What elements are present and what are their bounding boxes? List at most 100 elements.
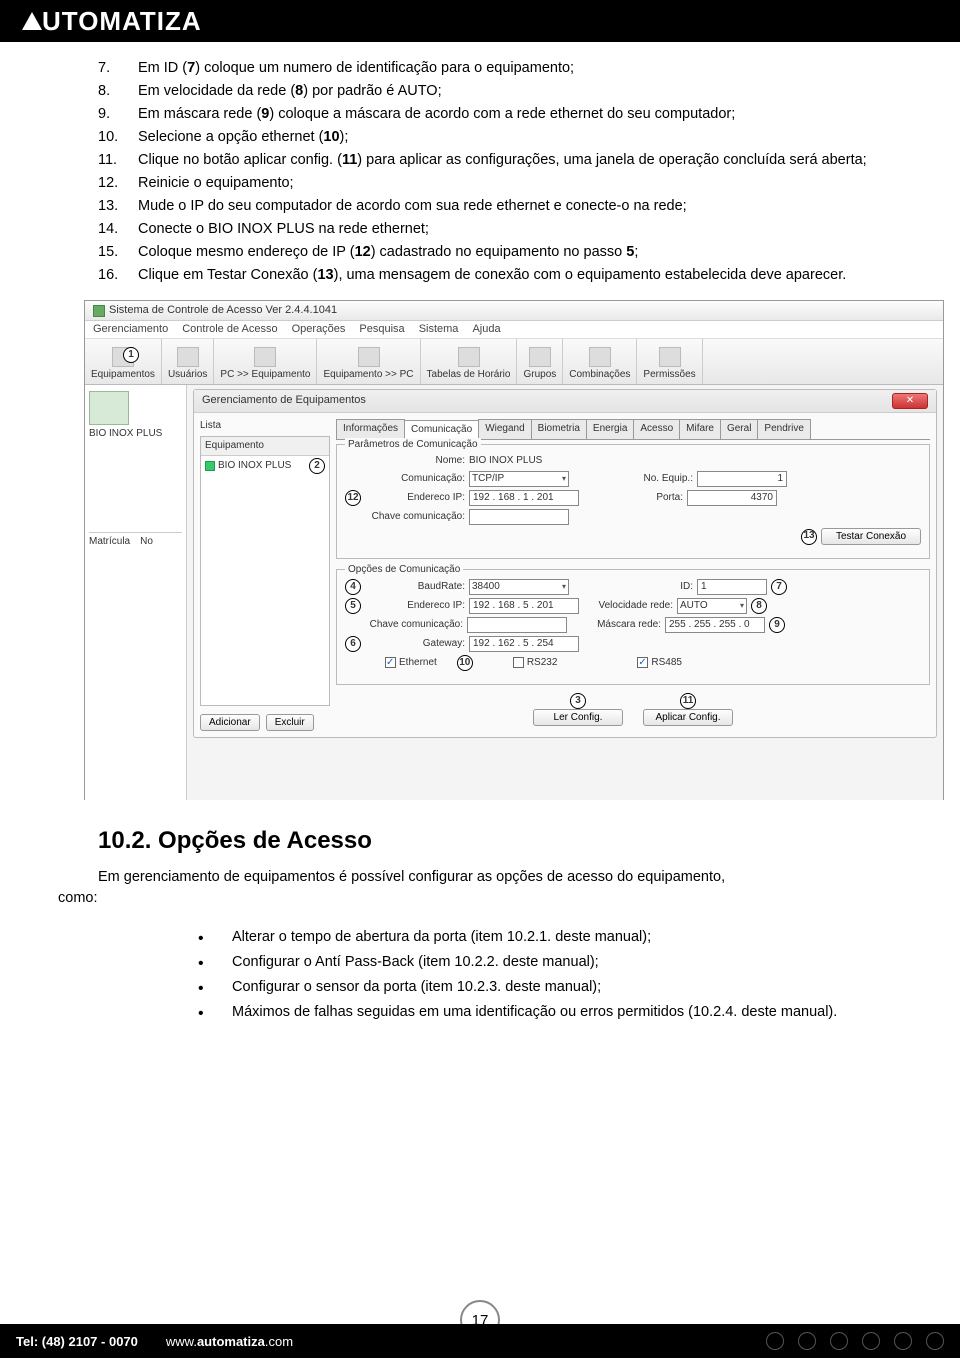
instruction-list: 7.Em ID (7) coloque um numero de identif… (58, 58, 902, 286)
toolbar: Equipamentos Usuários PC >> EquipamentoEqu… (85, 339, 943, 385)
rs485-checkbox[interactable]: RS485 (637, 656, 682, 671)
tab[interactable]: Mifare (679, 419, 721, 439)
toolbar-item[interactable]: Tabelas de Horário (421, 339, 518, 384)
velocidade-select[interactable]: AUTO (677, 598, 747, 614)
tab[interactable]: Informações (336, 419, 405, 439)
menu-item[interactable]: Gerenciamento (93, 323, 168, 335)
instruction-item: 11.Clique no botão aplicar config. (11) … (98, 150, 902, 171)
window-titlebar: Sistema de Controle de Acesso Ver 2.4.4.… (85, 301, 943, 321)
callout-3: 3 (570, 693, 586, 709)
noequip-label: No. Equip.: (593, 472, 693, 487)
toolbar-icon (177, 347, 199, 367)
toolbar-item[interactable]: Equipamentos (85, 339, 162, 384)
comm-options-fieldset: Opções de Comunicação 4 BaudRate: 38400 … (336, 569, 930, 685)
matricula-header: Matrícula No (89, 532, 182, 550)
toolbar-item[interactable]: Usuários (162, 339, 214, 384)
page-content: 7.Em ID (7) coloque um numero de identif… (0, 42, 960, 1023)
device-label: BIO INOX PLUS (89, 427, 182, 442)
apply-config-button[interactable]: Aplicar Config. (643, 709, 733, 726)
endereco-field[interactable]: 192 . 168 . 1 . 201 (469, 490, 579, 506)
ethernet-checkbox[interactable]: Ethernet (385, 656, 437, 671)
toolbar-item[interactable]: PC >> Equipamento (214, 339, 317, 384)
callout-11: 11 (680, 693, 696, 709)
id-field[interactable]: 1 (697, 579, 767, 595)
toolbar-icon (254, 347, 276, 367)
mascara-field[interactable]: 255 . 255 . 255 . 0 (665, 617, 765, 633)
menu-item[interactable]: Pesquisa (359, 323, 404, 335)
instruction-item: 12.Reinicie o equipamento; (98, 173, 902, 194)
footer-url: www.automatiza.com (166, 1334, 293, 1349)
callout-12: 12 (345, 490, 361, 506)
comunicacao-label: Comunicação: (345, 472, 465, 487)
callout-10: 10 (457, 655, 473, 671)
tab[interactable]: Wiegand (478, 419, 531, 439)
menu-item[interactable]: Operações (292, 323, 346, 335)
tab[interactable]: Energia (586, 419, 634, 439)
toolbar-item[interactable]: Equipamento >> PC (317, 339, 420, 384)
chave-field[interactable] (469, 509, 569, 525)
tab[interactable]: Acesso (633, 419, 680, 439)
comunicacao-select[interactable]: TCP/IP (469, 471, 569, 487)
add-button[interactable]: Adicionar (200, 714, 260, 731)
gateway-label: Gateway: (365, 637, 465, 652)
close-button[interactable]: ✕ (892, 393, 928, 409)
mascara-label: Máscara rede: (571, 618, 661, 633)
toolbar-icon (589, 347, 611, 367)
callout-8: 8 (751, 598, 767, 614)
velocidade-label: Velocidade rede: (583, 599, 673, 614)
fieldset-legend: Parâmetros de Comunicação (345, 438, 481, 453)
read-config-button[interactable]: Ler Config. (533, 709, 623, 726)
delete-button[interactable]: Excluir (266, 714, 314, 731)
equipment-list[interactable]: Equipamento BIO INOX PLUS 2 (200, 436, 330, 706)
toolbar-item[interactable]: Combinações (563, 339, 637, 384)
menu-item[interactable]: Ajuda (472, 323, 500, 335)
instruction-item: 9.Em máscara rede (9) coloque a máscara … (98, 104, 902, 125)
toolbar-icon (659, 347, 681, 367)
id-label: ID: (593, 580, 693, 595)
item-icon (205, 461, 215, 471)
instruction-item: 16.Clique em Testar Conexão (13), uma me… (98, 265, 902, 286)
toolbar-label: Permissões (643, 368, 695, 383)
instruction-item: 8.Em velocidade da rede (8) por padrão é… (98, 81, 902, 102)
callout-2: 2 (309, 458, 325, 474)
section-paragraph-2: como: (58, 888, 902, 909)
bullet-item: Configurar o sensor da porta (item 10.2.… (198, 977, 902, 998)
toolbar-label: Tabelas de Horário (427, 368, 511, 383)
toolbar-label: Usuários (168, 368, 207, 383)
para-line1: Em gerenciamento de equipamentos é possí… (98, 869, 725, 885)
callout-5: 5 (345, 598, 361, 614)
baud-label: BaudRate: (365, 580, 465, 595)
toolbar-item[interactable]: Grupos (517, 339, 563, 384)
menu-item[interactable]: Controle de Acesso (182, 323, 277, 335)
bullet-list: Alterar o tempo de abertura da porta (it… (198, 927, 902, 1023)
section-paragraph: Em gerenciamento de equipamentos é possí… (58, 867, 902, 888)
tab[interactable]: Geral (720, 419, 758, 439)
instruction-item: 13.Mude o IP do seu computador de acordo… (98, 196, 902, 217)
footer-tel: Tel: (48) 2107 - 0070 (16, 1334, 138, 1349)
list-fieldset-label: Lista (200, 419, 330, 434)
callout-7: 7 (771, 579, 787, 595)
menu-item[interactable]: Sistema (419, 323, 459, 335)
instruction-item: 7.Em ID (7) coloque um numero de identif… (98, 58, 902, 79)
chave2-field[interactable] (467, 617, 567, 633)
callout-4: 4 (345, 579, 361, 595)
tab[interactable]: Biometria (531, 419, 587, 439)
toolbar-item[interactable]: Permissões (637, 339, 702, 384)
gateway-field[interactable]: 192 . 162 . 5 . 254 (469, 636, 579, 652)
logo: UTOMATIZA (22, 6, 202, 37)
device-icon[interactable] (89, 391, 129, 425)
baud-select[interactable]: 38400 (469, 579, 569, 595)
noequip-field[interactable]: 1 (697, 471, 787, 487)
tab[interactable]: Pendrive (757, 419, 810, 439)
toolbar-label: Equipamentos (91, 368, 155, 383)
toolbar-label: Combinações (569, 368, 630, 383)
left-sidebar: BIO INOX PLUS Matrícula No (85, 385, 187, 800)
toolbar-icon (458, 347, 480, 367)
instruction-item: 10.Selecione a opção ethernet (10); (98, 127, 902, 148)
endereco2-field[interactable]: 192 . 168 . 5 . 201 (469, 598, 579, 614)
col-no: No (140, 535, 153, 550)
test-conn-button[interactable]: Testar Conexão (821, 528, 921, 545)
list-item[interactable]: BIO INOX PLUS 2 (201, 456, 329, 476)
porta-field[interactable]: 4370 (687, 490, 777, 506)
rs232-checkbox[interactable]: RS232 (513, 656, 558, 671)
